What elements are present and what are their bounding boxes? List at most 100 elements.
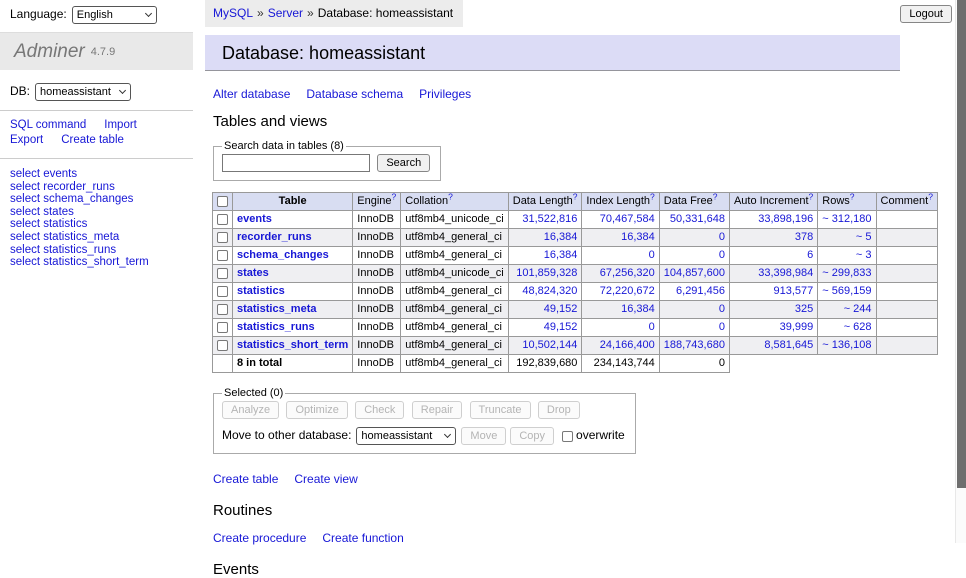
row-checkbox[interactable]: [217, 250, 228, 261]
cell-rows-link[interactable]: ~ 569,159: [822, 285, 871, 297]
move-button[interactable]: Move: [461, 427, 506, 445]
logout-button[interactable]: Logout: [900, 5, 952, 23]
row-checkbox[interactable]: [217, 322, 228, 333]
cell-data-free-link[interactable]: 104,857,600: [664, 267, 725, 279]
analyze-button[interactable]: Analyze: [222, 401, 279, 419]
sidebar-select-link[interactable]: select schema_changes: [10, 193, 193, 206]
cell-data-length-link[interactable]: 10,502,144: [522, 339, 577, 351]
database-action-link[interactable]: Database schema: [306, 87, 403, 101]
scrollbar[interactable]: [955, 0, 966, 543]
sidebar-select-link[interactable]: select states: [10, 206, 193, 219]
cell-index-length-link[interactable]: 24,166,400: [600, 339, 655, 351]
cell-data-length-link[interactable]: 49,152: [544, 321, 578, 333]
move-db-select[interactable]: homeassistant: [356, 427, 456, 445]
row-checkbox[interactable]: [217, 340, 228, 351]
cell-rows-link[interactable]: ~ 299,833: [822, 267, 871, 279]
cell-data-free-link[interactable]: 6,291,456: [676, 285, 725, 297]
cell-data-free-link[interactable]: 0: [719, 231, 725, 243]
row-checkbox[interactable]: [217, 232, 228, 243]
drop-button[interactable]: Drop: [538, 401, 580, 419]
cell-data-free-link[interactable]: 0: [719, 321, 725, 333]
select-all-checkbox[interactable]: [217, 196, 228, 207]
cell-rows-link[interactable]: ~ 244: [844, 303, 872, 315]
cell-data-free-link[interactable]: 188,743,680: [664, 339, 725, 351]
cell-index-length-link[interactable]: 16,384: [621, 303, 655, 315]
help-link[interactable]: ?: [448, 191, 453, 201]
sidebar-select-link[interactable]: select statistics_meta: [10, 231, 193, 244]
overwrite-checkbox[interactable]: [562, 431, 573, 442]
help-link[interactable]: ?: [392, 191, 397, 201]
cell-index-length-link[interactable]: 0: [649, 321, 655, 333]
database-action-link[interactable]: Privileges: [419, 87, 471, 101]
optimize-button[interactable]: Optimize: [286, 401, 347, 419]
table-name-link[interactable]: statistics_short_term: [237, 339, 348, 351]
table-name-link[interactable]: events: [237, 213, 272, 225]
cell-auto-increment-link[interactable]: 378: [795, 231, 813, 243]
cell-auto-increment-link[interactable]: 33,398,984: [758, 267, 813, 279]
table-name-link[interactable]: states: [237, 267, 269, 279]
help-link[interactable]: ?: [928, 191, 933, 201]
help-link[interactable]: ?: [713, 191, 718, 201]
cell-auto-increment-link[interactable]: 39,999: [780, 321, 814, 333]
table-name-link[interactable]: schema_changes: [237, 249, 329, 261]
cell-data-free-link[interactable]: 0: [719, 249, 725, 261]
routine-link[interactable]: Create procedure: [213, 531, 306, 545]
cell-data-free-link[interactable]: 0: [719, 303, 725, 315]
table-name-link[interactable]: statistics: [237, 285, 285, 297]
help-link[interactable]: ?: [850, 191, 855, 201]
breadcrumb-link[interactable]: MySQL: [213, 6, 253, 20]
sidebar-action-link[interactable]: Import: [104, 119, 137, 131]
row-checkbox[interactable]: [217, 214, 228, 225]
cell-index-length-link[interactable]: 67,256,320: [600, 267, 655, 279]
help-link[interactable]: ?: [809, 191, 814, 201]
cell-data-length-link[interactable]: 48,824,320: [522, 285, 577, 297]
scrollbar-thumb[interactable]: [957, 0, 966, 488]
cell-index-length-link[interactable]: 70,467,584: [600, 213, 655, 225]
truncate-button[interactable]: Truncate: [470, 401, 531, 419]
breadcrumb-link[interactable]: Server: [268, 6, 303, 20]
sidebar-select-link[interactable]: select recorder_runs: [10, 181, 193, 194]
cell-index-length-link[interactable]: 72,220,672: [600, 285, 655, 297]
row-checkbox[interactable]: [217, 286, 228, 297]
database-action-link[interactable]: Alter database: [213, 87, 290, 101]
sidebar-select-link[interactable]: select statistics_runs: [10, 244, 193, 257]
db-select[interactable]: homeassistant: [35, 83, 131, 101]
create-link[interactable]: Create view: [294, 472, 357, 486]
search-input[interactable]: [222, 154, 370, 172]
cell-data-length-link[interactable]: 49,152: [544, 303, 578, 315]
help-link[interactable]: ?: [650, 191, 655, 201]
sidebar-action-link[interactable]: Create table: [61, 134, 124, 146]
sidebar-select-link[interactable]: select statistics_short_term: [10, 256, 193, 269]
cell-data-length-link[interactable]: 16,384: [544, 249, 578, 261]
sidebar-select-link[interactable]: select events: [10, 168, 193, 181]
copy-button[interactable]: Copy: [510, 427, 554, 445]
cell-rows-link[interactable]: ~ 3: [856, 249, 872, 261]
cell-auto-increment-link[interactable]: 325: [795, 303, 813, 315]
search-button[interactable]: Search: [377, 154, 430, 172]
cell-data-length-link[interactable]: 31,522,816: [522, 213, 577, 225]
language-select[interactable]: English: [72, 6, 157, 24]
sidebar-action-link[interactable]: Export: [10, 134, 43, 146]
cell-auto-increment-link[interactable]: 913,577: [774, 285, 814, 297]
cell-index-length-link[interactable]: 16,384: [621, 231, 655, 243]
cell-auto-increment-link[interactable]: 8,581,645: [764, 339, 813, 351]
table-name-link[interactable]: statistics_runs: [237, 321, 315, 333]
cell-auto-increment-link[interactable]: 6: [807, 249, 813, 261]
row-checkbox[interactable]: [217, 268, 228, 279]
sidebar-action-link[interactable]: SQL command: [10, 119, 86, 131]
sidebar-select-link[interactable]: select statistics: [10, 218, 193, 231]
cell-auto-increment-link[interactable]: 33,898,196: [758, 213, 813, 225]
routine-link[interactable]: Create function: [322, 531, 403, 545]
row-checkbox[interactable]: [217, 304, 228, 315]
cell-rows-link[interactable]: ~ 5: [856, 231, 872, 243]
help-link[interactable]: ?: [573, 191, 578, 201]
check-button[interactable]: Check: [355, 401, 404, 419]
cell-data-length-link[interactable]: 16,384: [544, 231, 578, 243]
create-link[interactable]: Create table: [213, 472, 278, 486]
cell-data-free-link[interactable]: 50,331,648: [670, 213, 725, 225]
repair-button[interactable]: Repair: [412, 401, 462, 419]
cell-rows-link[interactable]: ~ 312,180: [822, 213, 871, 225]
cell-index-length-link[interactable]: 0: [649, 249, 655, 261]
cell-rows-link[interactable]: ~ 136,108: [822, 339, 871, 351]
cell-data-length-link[interactable]: 101,859,328: [516, 267, 577, 279]
